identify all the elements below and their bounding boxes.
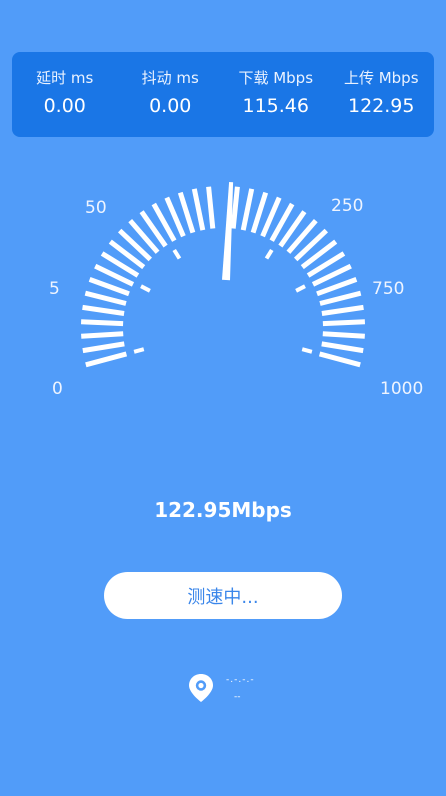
gauge-tick [191,188,206,231]
gauge-tick [177,191,196,234]
scale-label-750: 750 [372,279,405,299]
gauge-tick [319,290,362,306]
location-info: -.-.-.- -- [188,672,278,706]
latency-value: 0.00 [43,95,86,117]
upload-value: 122.95 [348,95,415,117]
download-label: 下载 Mbps [238,69,314,87]
upload-label: 上传 Mbps [343,69,419,87]
jitter-value: 0.00 [149,95,192,117]
gauge-minor-tick [295,284,306,293]
location-pin-icon [189,674,213,702]
upload-stat: 上传 Mbps 122.95 [329,52,435,137]
scale-label-250: 250 [331,196,364,216]
location-text: -.-.-.- [226,675,255,685]
gauge-minor-tick [133,347,145,354]
speed-gauge: 0 5 50 250 750 1000 [0,150,446,430]
gauge-minor-tick [140,284,151,293]
jitter-label: 抖动 ms [141,69,199,87]
location-subtext: -- [234,692,241,702]
latency-stat: 延时 ms 0.00 [12,52,118,137]
gauge-tick [85,351,128,368]
gauge-minor-tick [301,347,313,354]
gauge-tick [84,290,127,306]
scale-label-1000: 1000 [380,379,424,399]
gauge-needle [222,182,234,281]
latency-label: 延时 ms [36,69,94,87]
gauge-minor-tick [172,248,182,260]
speed-test-button[interactable]: 测速中... [104,572,342,619]
download-stat: 下载 Mbps 115.46 [223,52,329,137]
gauge-tick [206,186,216,229]
gauge-tick [321,304,364,316]
scale-label-50: 50 [85,198,107,218]
gauge-tick [322,331,365,339]
gauge-tick [80,319,124,327]
gauge-tick [318,351,361,368]
gauge-tick [240,188,255,231]
stats-card: 延时 ms 0.00 抖动 ms 0.00 下载 Mbps 115.46 上传 … [12,52,434,137]
scale-label-0: 0 [52,379,63,399]
gauge-tick [81,331,124,339]
scale-label-5: 5 [49,279,60,299]
gauge-tick [82,341,125,354]
gauge-tick [321,341,364,354]
gauge-tick [230,186,240,229]
download-value: 115.46 [242,95,309,117]
gauge-minor-tick [264,248,274,260]
gauge-tick [82,304,125,316]
current-speed: 122.95Mbps [154,498,292,522]
gauge-tick [250,191,269,234]
jitter-stat: 抖动 ms 0.00 [118,52,224,137]
gauge-tick [322,319,366,327]
